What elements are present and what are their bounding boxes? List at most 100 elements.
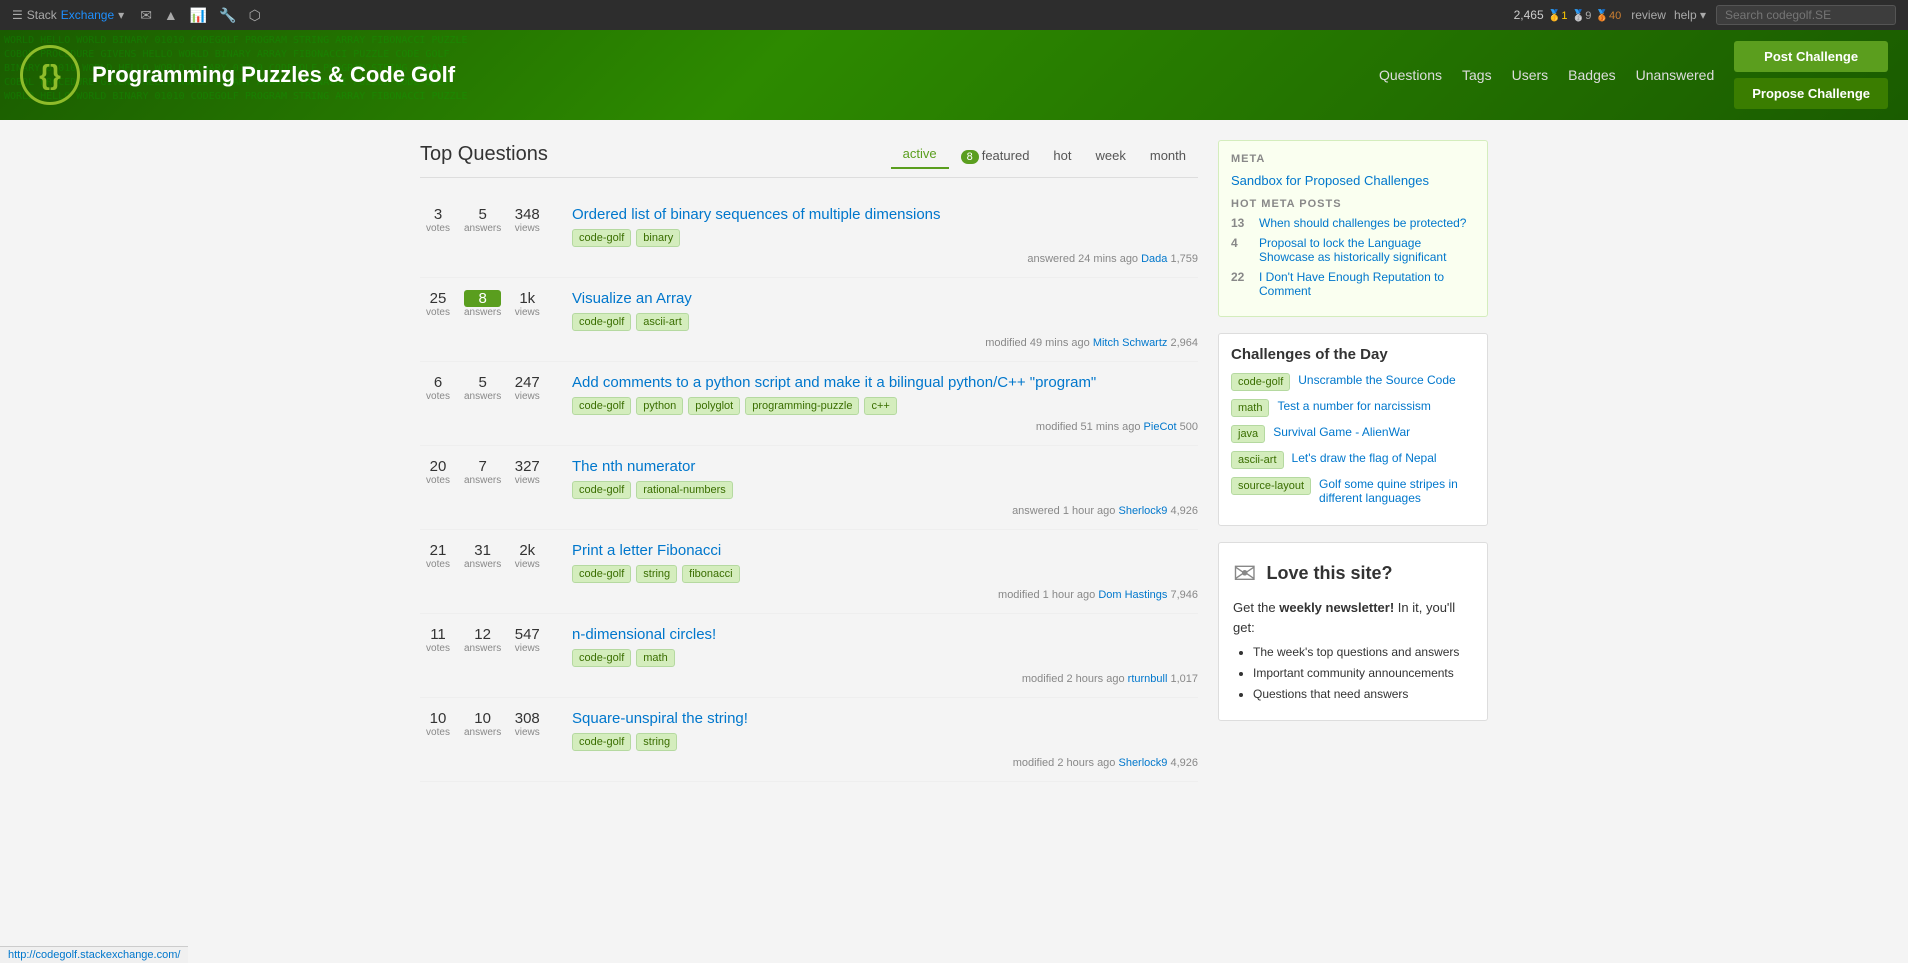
list-item[interactable]: programming-puzzle bbox=[745, 397, 859, 415]
sandbox-link[interactable]: Sandbox for Proposed Challenges bbox=[1231, 173, 1429, 188]
tab-week[interactable]: week bbox=[1084, 142, 1138, 169]
help-link[interactable]: help ▾ bbox=[1674, 8, 1706, 22]
vote-count: 11 votes bbox=[420, 626, 456, 654]
question-body: Print a letter Fibonacci code-golf string… bbox=[572, 542, 1198, 601]
post-challenge-button[interactable]: Post Challenge bbox=[1734, 41, 1888, 72]
question-body: The nth numerator code-golf rational-numb… bbox=[572, 458, 1198, 517]
site-logo[interactable]: {} Programming Puzzles & Code Golf bbox=[20, 45, 455, 105]
newsletter-body: Get the weekly newsletter! In it, you'll… bbox=[1233, 598, 1473, 703]
nav-unanswered[interactable]: Unanswered bbox=[1636, 67, 1715, 83]
question-stats: 20 votes 7 answers 327 views bbox=[420, 458, 560, 486]
question-stats: 11 votes 12 answers 547 views bbox=[420, 626, 560, 654]
challenge-tag[interactable]: math bbox=[1231, 399, 1269, 417]
question-title[interactable]: Ordered list of binary sequences of mult… bbox=[572, 206, 1198, 223]
question-title[interactable]: Print a letter Fibonacci bbox=[572, 542, 1198, 559]
list-item[interactable]: code-golf bbox=[572, 733, 631, 751]
view-number: 308 bbox=[509, 710, 545, 727]
question-user-link[interactable]: PieCot bbox=[1144, 421, 1177, 433]
list-item[interactable]: python bbox=[636, 397, 683, 415]
tab-featured[interactable]: 8featured bbox=[949, 142, 1042, 169]
meta-icon[interactable]: ⬡ bbox=[249, 7, 261, 24]
challenge-tag[interactable]: code-golf bbox=[1231, 373, 1290, 391]
list-item[interactable]: binary bbox=[636, 229, 680, 247]
question-user-link[interactable]: Dom Hastings bbox=[1098, 589, 1167, 601]
vote-count: 25 votes bbox=[420, 290, 456, 318]
question-title[interactable]: The nth numerator bbox=[572, 458, 1198, 475]
achievements-icon[interactable]: ▲ bbox=[164, 7, 178, 23]
tab-active[interactable]: active bbox=[891, 140, 949, 169]
propose-challenge-button[interactable]: Propose Challenge bbox=[1734, 78, 1888, 109]
list-item[interactable]: ascii-art bbox=[636, 313, 689, 331]
topbar-icons: ✉ ▲ 📊 🔧 ⬡ bbox=[140, 7, 261, 24]
list-item[interactable]: code-golf bbox=[572, 649, 631, 667]
question-stats: 21 votes 31 answers 2k views bbox=[420, 542, 560, 570]
hot-meta-link[interactable]: When should challenges be protected? bbox=[1259, 216, 1466, 230]
list-item[interactable]: code-golf bbox=[572, 565, 631, 583]
challenge-link[interactable]: Unscramble the Source Code bbox=[1298, 373, 1455, 387]
tab-month[interactable]: month bbox=[1138, 142, 1198, 169]
list-item[interactable]: c++ bbox=[864, 397, 896, 415]
question-title[interactable]: Square-unspiral the string! bbox=[572, 710, 1198, 727]
challenge-tag[interactable]: java bbox=[1231, 425, 1265, 443]
answer-number: 5 bbox=[464, 374, 501, 391]
question-meta-text: answered 1 hour ago bbox=[1012, 505, 1118, 517]
view-count: 327 views bbox=[509, 458, 545, 486]
challenge-link[interactable]: Golf some quine stripes in different lan… bbox=[1319, 477, 1475, 505]
list-item[interactable]: fibonacci bbox=[682, 565, 739, 583]
question-user-link[interactable]: Dada bbox=[1141, 253, 1167, 265]
tab-hot[interactable]: hot bbox=[1041, 142, 1083, 169]
table-row: 11 votes 12 answers 547 views n-dimensio… bbox=[420, 614, 1198, 698]
table-row: 25 votes 8 answers 1k views Visualize an… bbox=[420, 278, 1198, 362]
search-input[interactable] bbox=[1716, 5, 1896, 25]
meta-title: META bbox=[1231, 153, 1475, 165]
list-item[interactable]: math bbox=[636, 649, 674, 667]
question-title[interactable]: Visualize an Array bbox=[572, 290, 1198, 307]
question-title[interactable]: n-dimensional circles! bbox=[572, 626, 1198, 643]
vote-count: 20 votes bbox=[420, 458, 456, 486]
nav-badges[interactable]: Badges bbox=[1568, 67, 1615, 83]
challenge-link[interactable]: Survival Game - AlienWar bbox=[1273, 425, 1410, 439]
status-url: http://codegolf.stackexchange.com/ bbox=[8, 949, 180, 961]
question-title[interactable]: Add comments to a python script and make… bbox=[572, 374, 1198, 391]
inbox-icon[interactable]: ✉ bbox=[140, 7, 152, 24]
vote-label: votes bbox=[420, 727, 456, 738]
question-user-link[interactable]: rturnbull bbox=[1128, 673, 1168, 685]
view-label: views bbox=[509, 307, 545, 318]
hot-meta-link[interactable]: I Don't Have Enough Reputation to Commen… bbox=[1259, 270, 1475, 298]
rep-count: 2,465 bbox=[1514, 8, 1544, 22]
logo-icon: {} bbox=[20, 45, 80, 105]
challenge-tag[interactable]: ascii-art bbox=[1231, 451, 1284, 469]
hamburger-icon: ☰ bbox=[12, 8, 23, 22]
vote-number: 25 bbox=[420, 290, 456, 307]
list-item[interactable]: code-golf bbox=[572, 481, 631, 499]
question-user-link[interactable]: Sherlock9 bbox=[1118, 757, 1167, 769]
challenge-tag[interactable]: source-layout bbox=[1231, 477, 1311, 495]
tools-icon[interactable]: 🔧 bbox=[219, 7, 236, 24]
nav-tags[interactable]: Tags bbox=[1462, 67, 1492, 83]
list-item[interactable]: code-golf bbox=[572, 229, 631, 247]
nav-questions[interactable]: Questions bbox=[1379, 67, 1442, 83]
topbar-brand[interactable]: ☰ StackExchange ▾ bbox=[12, 8, 124, 22]
hot-meta-link[interactable]: Proposal to lock the Language Showcase a… bbox=[1259, 236, 1475, 264]
newsletter-bold: weekly newsletter! bbox=[1279, 600, 1394, 615]
table-row: 21 votes 31 answers 2k views Print a let… bbox=[420, 530, 1198, 614]
list-item[interactable]: string bbox=[636, 565, 677, 583]
vote-label: votes bbox=[420, 475, 456, 486]
question-user-link[interactable]: Mitch Schwartz bbox=[1093, 337, 1168, 349]
stats-icon[interactable]: 📊 bbox=[190, 7, 207, 24]
answer-label: answers bbox=[464, 559, 501, 570]
newsletter-box: ✉ Love this site? Get the weekly newslet… bbox=[1218, 542, 1488, 721]
challenge-link[interactable]: Test a number for narcissism bbox=[1277, 399, 1430, 413]
list-item[interactable]: string bbox=[636, 733, 677, 751]
list-item[interactable]: code-golf bbox=[572, 397, 631, 415]
list-item[interactable]: code-golf bbox=[572, 313, 631, 331]
list-item[interactable]: polyglot bbox=[688, 397, 740, 415]
review-link[interactable]: review bbox=[1631, 8, 1666, 22]
question-user-rep: 1,759 bbox=[1170, 253, 1198, 265]
list-item: 22 I Don't Have Enough Reputation to Com… bbox=[1231, 270, 1475, 298]
nav-users[interactable]: Users bbox=[1512, 67, 1549, 83]
challenge-link[interactable]: Let's draw the flag of Nepal bbox=[1292, 451, 1437, 465]
list-item[interactable]: rational-numbers bbox=[636, 481, 733, 499]
question-tags: code-golf string fibonacci bbox=[572, 565, 1198, 583]
question-user-link[interactable]: Sherlock9 bbox=[1118, 505, 1167, 517]
